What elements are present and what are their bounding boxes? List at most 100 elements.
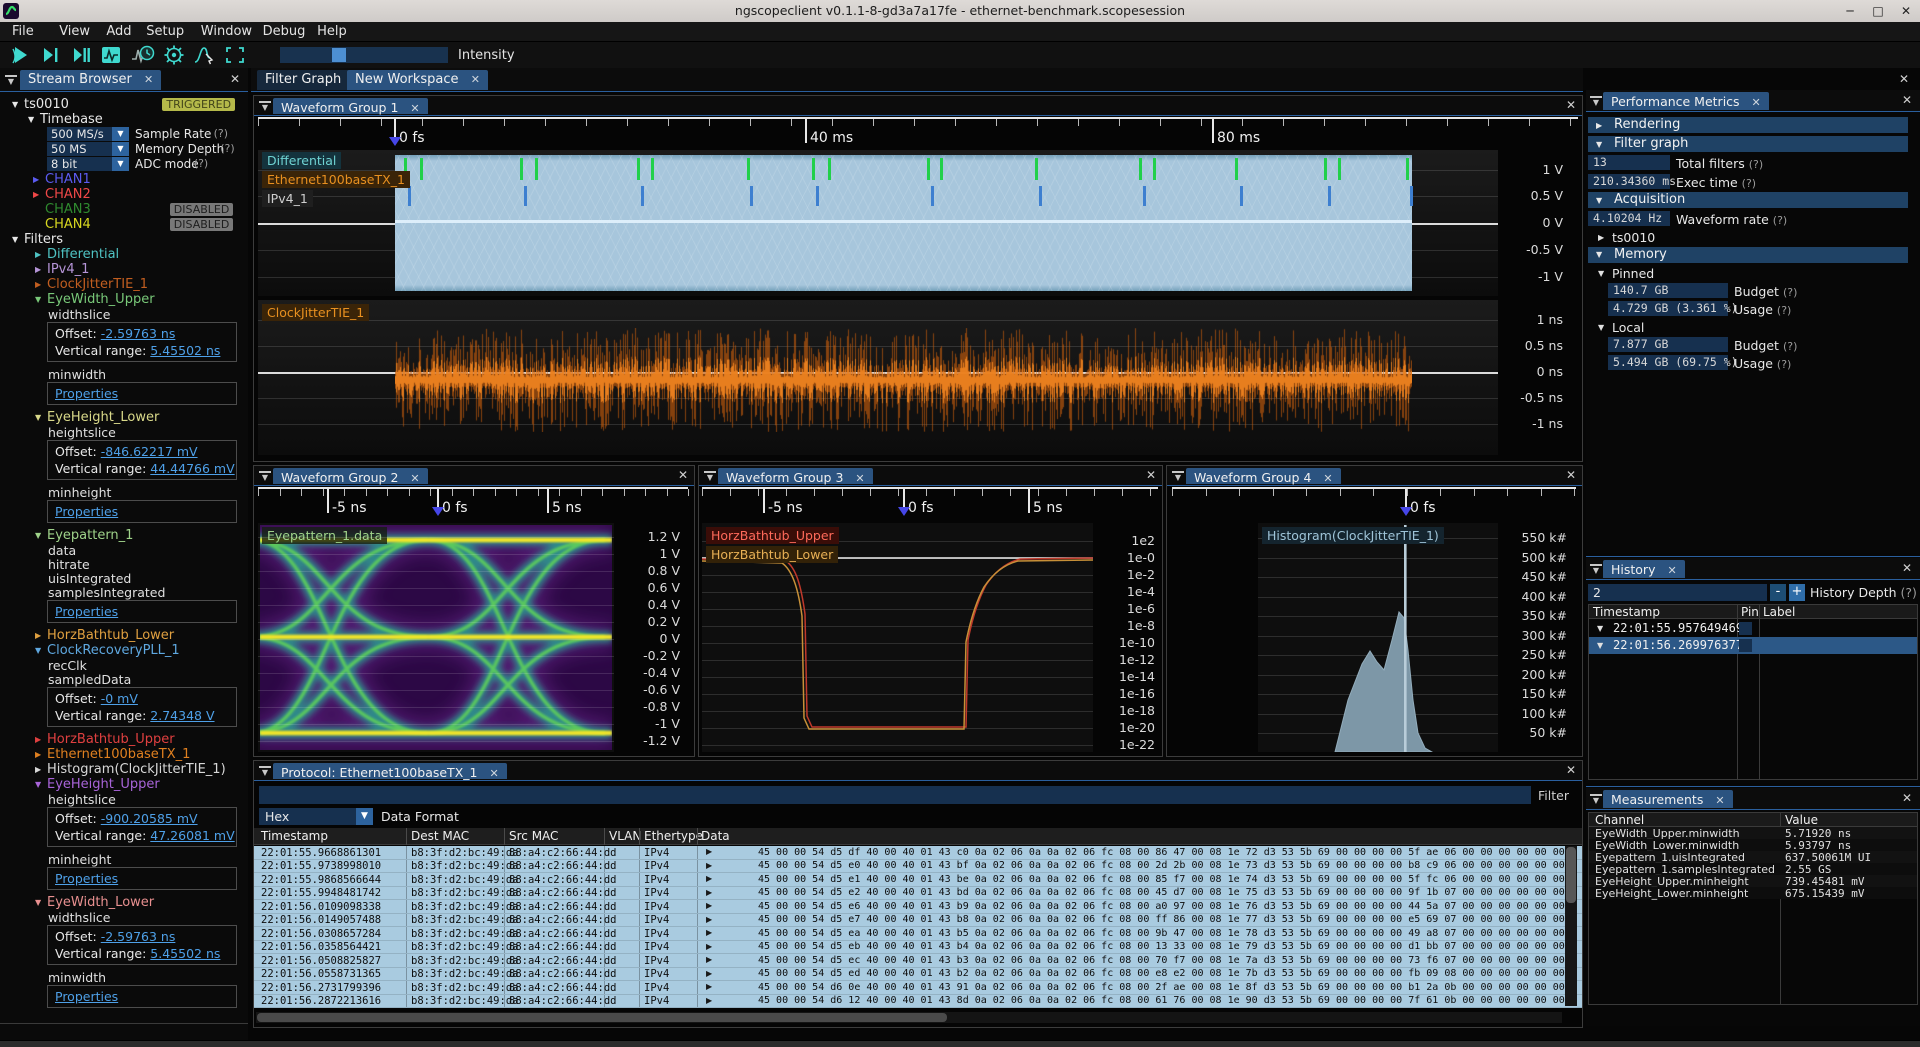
packet-row[interactable]: 22:01:55.9668861301b8:3f:d2:bc:49:da88:a… bbox=[254, 846, 1582, 860]
y-axis-label[interactable]: 1e-14 bbox=[1119, 669, 1155, 684]
row-expand-icon[interactable]: ▶ bbox=[706, 861, 712, 870]
panel-close-icon[interactable]: ✕ bbox=[1902, 791, 1912, 805]
y-axis-label[interactable]: 500 k# bbox=[1521, 550, 1567, 565]
packet-row[interactable]: 22:01:56.0149057488b8:3f:d2:bc:49:da88:a… bbox=[254, 914, 1582, 928]
trigger-marker-icon[interactable] bbox=[898, 507, 910, 522]
measurement-row[interactable]: EyeWidth_Lower.minwidth5.93797 ns bbox=[1589, 839, 1918, 851]
row-expand-icon[interactable]: ▶ bbox=[706, 847, 712, 856]
collapse-caret-icon[interactable]: ▼ bbox=[1590, 564, 1602, 574]
chevron-down-icon[interactable]: ▼ bbox=[1596, 197, 1602, 205]
chevron-down-icon[interactable]: ▼ bbox=[1598, 323, 1604, 332]
row-expand-icon[interactable]: ▶ bbox=[706, 901, 712, 910]
pin-checkbox[interactable] bbox=[1739, 639, 1752, 652]
collapse-caret-icon[interactable]: ▼ bbox=[259, 766, 271, 776]
tab-close-icon[interactable]: ✕ bbox=[1667, 564, 1676, 577]
y-axis-label[interactable]: 100 k# bbox=[1521, 706, 1567, 721]
y-axis-label[interactable]: 50 k# bbox=[1529, 725, 1567, 740]
y-axis-label[interactable]: 200 k# bbox=[1521, 667, 1567, 682]
chevron-right-icon[interactable]: ▶ bbox=[1598, 233, 1604, 242]
column-header-vlan[interactable]: VLAN bbox=[609, 829, 641, 843]
tree-subitem-samplesintegrated[interactable]: samplesIntegrated bbox=[48, 585, 165, 600]
measurement-row[interactable]: EyeHeight_Lower.minheight675.15439 mV bbox=[1589, 887, 1918, 899]
packet-row[interactable]: 22:01:55.9738998010b8:3f:d2:bc:49:da88:a… bbox=[254, 860, 1582, 874]
trace-label-chip[interactable]: HorzBathtub_Upper bbox=[706, 527, 839, 544]
column-header-label[interactable]: Label bbox=[1763, 605, 1795, 619]
intensity-slider-handle[interactable] bbox=[332, 48, 346, 62]
help-icon[interactable]: (?) bbox=[1777, 358, 1791, 371]
help-icon[interactable]: (?) bbox=[1773, 214, 1787, 227]
y-axis-label[interactable]: 1e-10 bbox=[1119, 635, 1155, 650]
property-value-link[interactable]: -900.20585 mV bbox=[101, 811, 198, 826]
row-expand-icon[interactable]: ▶ bbox=[706, 996, 712, 1005]
measurement-row[interactable]: Eyepattern_1.uisIntegrated637.50061M UI bbox=[1589, 851, 1918, 863]
row-expand-icon[interactable]: ▶ bbox=[706, 942, 712, 951]
tab-close-icon[interactable]: ✕ bbox=[1715, 794, 1724, 807]
y-axis-label[interactable]: 0 V bbox=[1543, 215, 1563, 230]
column-header-timestamp[interactable]: Timestamp bbox=[1593, 605, 1660, 619]
trigger-marker-icon[interactable] bbox=[1400, 507, 1412, 522]
arm-trigger-play-icon[interactable] bbox=[8, 44, 32, 66]
row-expand-icon[interactable]: ▶ bbox=[706, 955, 712, 964]
chevron-down-icon[interactable]: ▼ bbox=[1596, 251, 1602, 259]
tab-close-icon[interactable]: ✕ bbox=[489, 767, 498, 780]
y-axis-label[interactable]: 150 k# bbox=[1521, 686, 1567, 701]
tab-close-icon[interactable]: ✕ bbox=[144, 73, 153, 86]
tab-measurements[interactable]: Measurements ✕ bbox=[1603, 790, 1733, 808]
y-axis-label[interactable]: 0.8 V bbox=[648, 563, 680, 578]
packet-row[interactable]: 22:01:56.2731799396b8:3f:d2:bc:49:da88:a… bbox=[254, 981, 1582, 995]
y-axis-label[interactable]: -1 ns bbox=[1532, 416, 1563, 431]
y-axis-label[interactable]: 550 k# bbox=[1521, 530, 1567, 545]
property-value-link[interactable]: -0 mV bbox=[101, 691, 138, 706]
y-axis-label[interactable]: 0.2 V bbox=[648, 614, 680, 629]
y-axis-label[interactable]: -1.2 V bbox=[643, 733, 680, 748]
packet-row[interactable]: 22:01:56.0109098338b8:3f:d2:bc:49:da88:a… bbox=[254, 900, 1582, 914]
chevron-right-icon[interactable]: ▶ bbox=[35, 750, 41, 759]
y-axis-label[interactable]: 1e-20 bbox=[1119, 720, 1155, 735]
y-axis-label[interactable]: 1e-18 bbox=[1119, 703, 1155, 718]
properties-link[interactable]: Properties bbox=[55, 604, 118, 619]
tree-subitem-hitrate[interactable]: hitrate bbox=[48, 557, 90, 572]
tree-item-eyewidth-lower[interactable]: ▼EyeWidth_Lower bbox=[0, 895, 248, 910]
column-header-channel[interactable]: Channel bbox=[1595, 813, 1644, 827]
tree-item-clockrecoverypll-1[interactable]: ▼ClockRecoveryPLL_1 bbox=[0, 643, 248, 658]
trace-label-chip[interactable]: Eyepattern_1.data bbox=[262, 527, 387, 544]
row-expand-icon[interactable]: ▶ bbox=[706, 874, 712, 883]
history-row[interactable]: ▼22:01:56.2699763774 bbox=[1589, 637, 1918, 654]
y-axis-label[interactable]: 300 k# bbox=[1521, 628, 1567, 643]
property-value-link[interactable]: 5.45502 ns bbox=[150, 946, 220, 961]
packet-row[interactable]: 22:01:56.0508825827b8:3f:d2:bc:49:da88:a… bbox=[254, 954, 1582, 968]
y-axis-label[interactable]: 1 ns bbox=[1537, 312, 1563, 327]
protocol-vscrollbar-thumb[interactable] bbox=[1566, 847, 1576, 903]
chevron-down-icon[interactable]: ▼ bbox=[1597, 624, 1603, 633]
y-axis-label[interactable]: 1e-4 bbox=[1127, 584, 1155, 599]
menu-item-setup[interactable]: Setup bbox=[142, 24, 188, 39]
history-depth-decrement-button[interactable]: - bbox=[1770, 584, 1786, 601]
panel-close-icon[interactable]: ✕ bbox=[230, 72, 240, 86]
data-format-combo[interactable]: Hex ▼ bbox=[259, 808, 373, 825]
properties-link[interactable]: Properties bbox=[55, 871, 118, 886]
y-axis-label[interactable]: -1 V bbox=[1538, 269, 1563, 284]
y-axis-label[interactable]: -0.5 V bbox=[1526, 242, 1563, 257]
tree-item-horzbathtub-upper[interactable]: ▶HorzBathtub_Upper bbox=[0, 732, 248, 747]
history-depth-input[interactable]: 2 bbox=[1588, 584, 1767, 601]
y-axis-label[interactable]: 1e-8 bbox=[1127, 618, 1155, 633]
right-dock-close-icon[interactable]: ✕ bbox=[1899, 72, 1909, 86]
tree-subitem-uisintegrated[interactable]: uisIntegrated bbox=[48, 571, 131, 586]
help-icon[interactable]: (?) bbox=[1749, 158, 1763, 171]
maximize-button[interactable]: □ bbox=[1866, 2, 1890, 20]
history-row[interactable]: ▼22:01:55.9576494693 bbox=[1589, 620, 1918, 637]
y-axis-label[interactable]: -0.4 V bbox=[643, 665, 680, 680]
y-axis-label[interactable]: -1 V bbox=[655, 716, 680, 731]
row-expand-icon[interactable]: ▶ bbox=[706, 915, 712, 924]
tree-subitem-recclk[interactable]: recClk bbox=[48, 658, 87, 673]
tree-subitem-minwidth[interactable]: minwidth bbox=[48, 970, 106, 985]
measurement-row[interactable]: EyeWidth_Upper.minwidth5.71920 ns bbox=[1589, 827, 1918, 839]
column-header-value[interactable]: Value bbox=[1785, 813, 1818, 827]
measurement-row[interactable]: Eyepattern_1.samplesIntegrated2.55 GS bbox=[1589, 863, 1918, 875]
tree-item-ethernet100basetx-1[interactable]: ▶Ethernet100baseTX_1 bbox=[0, 747, 248, 762]
differential-waveform-band[interactable] bbox=[395, 155, 1412, 291]
stop-trigger-icon[interactable] bbox=[99, 44, 123, 66]
channel-label-chip[interactable]: Ethernet100baseTX_1 bbox=[262, 171, 410, 188]
chevron-down-icon[interactable]: ▼ bbox=[1598, 269, 1604, 278]
tree-subitem-heightslice[interactable]: heightslice bbox=[48, 792, 116, 807]
